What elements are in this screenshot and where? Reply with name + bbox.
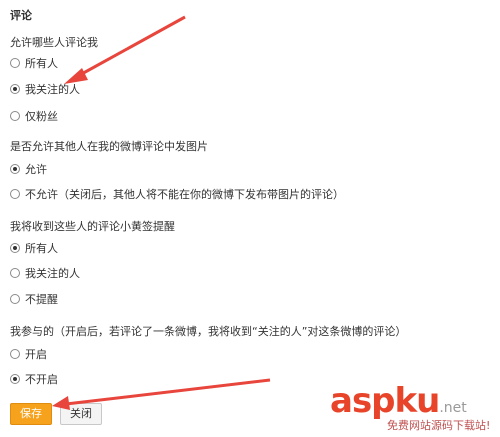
- watermark-logo: aspku.net: [330, 383, 467, 419]
- watermark-main: aspku: [330, 381, 440, 421]
- watermark-suffix: .net: [439, 400, 467, 416]
- arrow-to-save-button: [52, 378, 271, 410]
- watermark-subtitle: 免费网站源码下载站!: [387, 419, 491, 432]
- annotation-arrows: [52, 15, 271, 410]
- arrow-to-following-option: [64, 15, 186, 84]
